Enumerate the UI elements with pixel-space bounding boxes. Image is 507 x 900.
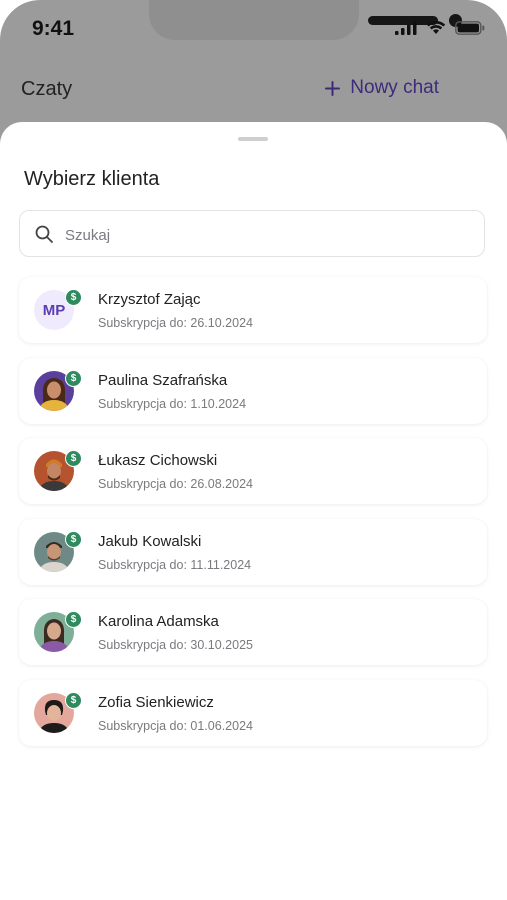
client-item[interactable]: $ Karolina Adamska Subskrypcja do: 30.10… [19,599,487,665]
sheet-title: Wybierz klienta [24,168,160,190]
battery-icon [455,20,485,35]
client-name: Jakub Kowalski [98,532,202,550]
subscription-date: Subskrypcja do: 11.11.2024 [98,557,252,572]
subscription-date: Subskrypcja do: 01.06.2024 [98,718,253,733]
client-list: MP $ Krzysztof Zając Subskrypcja do: 26.… [19,277,487,760]
new-chat-button[interactable]: Nowy chat [325,77,439,99]
subscription-badge-icon: $ [65,530,82,548]
subscription-badge-icon: $ [65,450,82,467]
search-icon [35,225,53,243]
device-notch [149,0,462,40]
client-item[interactable]: $ Zofia Sienkiewicz Subskrypcja do: 01.0… [19,679,487,746]
client-picker-sheet: Wybierz klienta MP $ Krzysztof Zając Sub… [0,122,507,900]
client-item[interactable]: $ Paulina Szafrańska Subskrypcja do: 1.1… [19,357,487,424]
subscription-date: Subskrypcja do: 26.08.2024 [98,477,253,491]
page-title: Czaty [21,78,73,100]
subscription-badge-icon: $ [65,611,82,628]
app-header: Czaty Nowy chat [0,70,507,110]
wifi-icon [426,20,446,34]
client-name: Łukasz Cichowski [98,452,218,469]
sheet-grabber[interactable] [238,137,268,141]
subscription-badge-icon: $ [65,691,82,709]
client-name: Paulina Szafrańska [98,371,228,389]
client-name: Zofia Sienkiewicz [98,693,214,711]
new-chat-label: Nowy chat [350,77,439,98]
client-name: Krzysztof Zając [98,291,201,308]
status-time: 9:41 [32,17,75,40]
subscription-badge-icon: $ [65,289,82,306]
subscription-date: Subskrypcja do: 26.10.2024 [98,316,253,330]
subscription-date: Subskrypcja do: 30.10.2025 [98,638,253,652]
client-item[interactable]: $ Jakub Kowalski Subskrypcja do: 11.11.2… [19,518,487,585]
cellular-signal-icon [395,20,417,35]
client-name: Karolina Adamska [98,613,219,630]
subscription-badge-icon: $ [65,369,82,387]
client-item[interactable]: MP $ Krzysztof Zając Subskrypcja do: 26.… [19,277,487,343]
plus-icon [325,80,341,96]
search-box[interactable] [19,210,485,257]
search-input[interactable] [63,222,467,248]
status-icons [395,20,485,35]
client-item[interactable]: $ Łukasz Cichowski Subskrypcja do: 26.08… [19,438,487,504]
subscription-date: Subskrypcja do: 1.10.2024 [98,396,247,411]
